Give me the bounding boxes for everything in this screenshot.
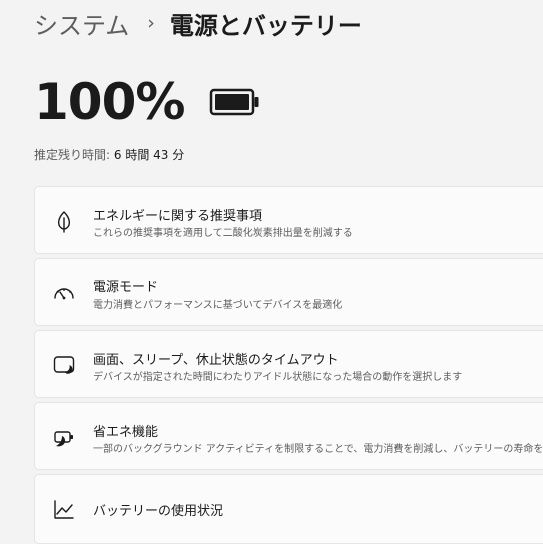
- screen-sleep-timeout-description: デバイスが指定された時間にわたりアイドル状態になった場合の動作を選択します: [93, 372, 463, 383]
- battery-status: 100%: [34, 72, 261, 132]
- battery-full-icon: [210, 88, 259, 116]
- breadcrumb-parent-link[interactable]: システム: [34, 6, 129, 41]
- screen-sleep-timeout-card[interactable]: 画面、スリープ、休止状態のタイムアウト デバイスが指定された時間にわたりアイドル…: [34, 330, 543, 398]
- power-mode-title: 電源モード: [93, 280, 159, 295]
- chart-line-icon: [54, 500, 74, 519]
- screen-sleep-timeout-title: 画面、スリープ、休止状態のタイムアウト: [93, 353, 339, 368]
- leaf-icon: [57, 211, 71, 233]
- energy-saver-description: 一部のバックグラウンド アクティビティを制限することで、電力消費を削減し、バッテ…: [93, 444, 543, 455]
- screen-timeout-icon: [53, 356, 75, 374]
- remaining-time: 推定残り時間: 6 時間 43 分: [34, 146, 184, 163]
- battery-percentage: 100%: [34, 73, 185, 131]
- breadcrumb-separator: ›: [147, 12, 155, 34]
- energy-recommendations-title: エネルギーに関する推奨事項: [93, 209, 263, 224]
- gauge-icon: [54, 288, 74, 300]
- energy-recommendations-description: これらの推奨事項を適用して二酸化炭素排出量を削減する: [93, 228, 353, 239]
- energy-recommendations-card[interactable]: エネルギーに関する推奨事項 これらの推奨事項を適用して二酸化炭素排出量を削減する: [34, 186, 543, 254]
- remaining-time-label: 推定残り時間:: [34, 148, 111, 162]
- breadcrumb: システム › 電源とバッテリー: [34, 6, 362, 40]
- energy-saver-title: 省エネ機能: [93, 425, 159, 440]
- power-mode-description: 電力消費とパフォーマンスに基づいてデバイスを最適化: [93, 300, 343, 311]
- remaining-time-value: 6 時間 43 分: [113, 148, 185, 162]
- battery-saver-icon: [54, 431, 73, 447]
- energy-saver-card[interactable]: 省エネ機能 一部のバックグラウンド アクティビティを制限することで、電力消費を削…: [34, 402, 543, 470]
- power-mode-card[interactable]: 電源モード 電力消費とパフォーマンスに基づいてデバイスを最適化: [34, 258, 543, 326]
- battery-usage-card[interactable]: バッテリーの使用状況: [34, 474, 543, 544]
- page-title: 電源とバッテリー: [169, 11, 362, 40]
- battery-usage-title: バッテリーの使用状況: [93, 504, 224, 519]
